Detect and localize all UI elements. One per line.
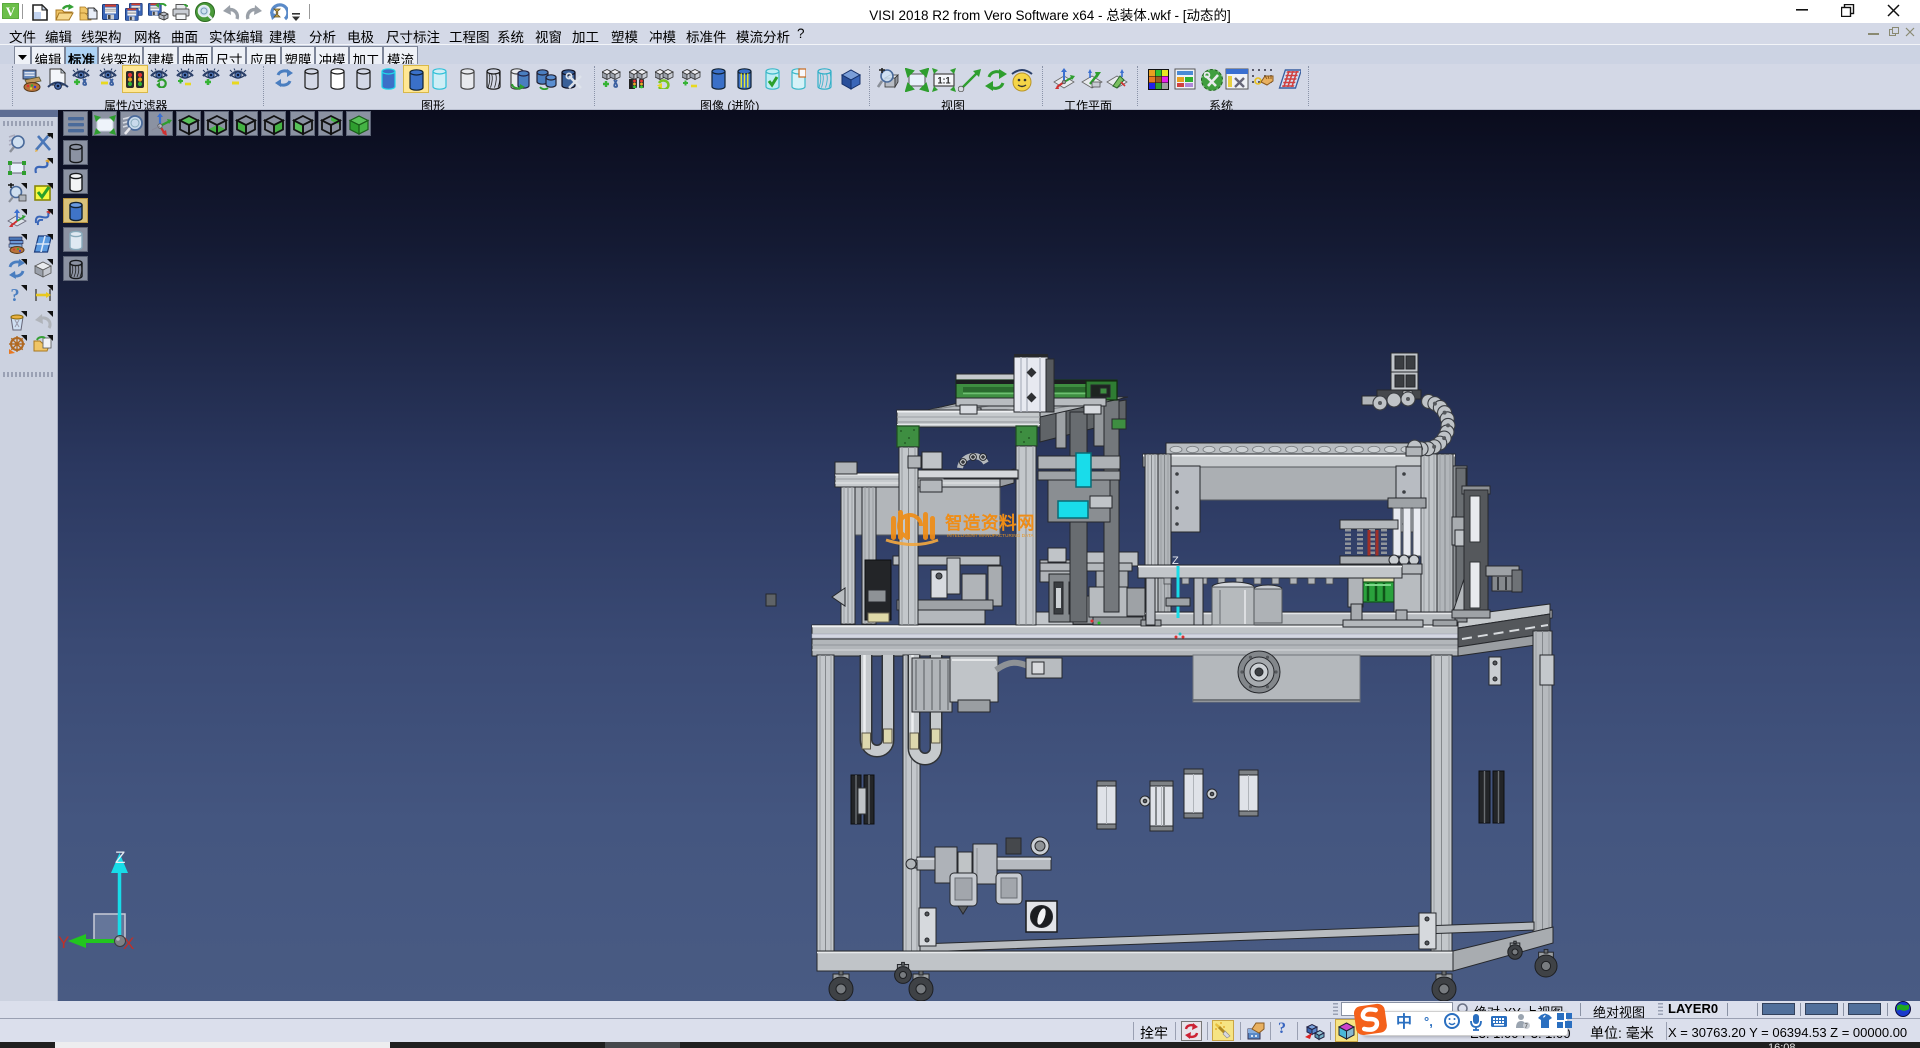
svg-text:Y: Y: [58, 933, 69, 952]
svg-text:?: ?: [11, 285, 20, 305]
svg-text:°,: °,: [1424, 1014, 1433, 1029]
svg-text:中: 中: [1396, 1012, 1412, 1031]
svg-text:1:1: 1:1: [937, 76, 950, 86]
svg-text:智造资料网: 智造资料网: [945, 513, 1035, 533]
svg-text:V: V: [6, 4, 16, 19]
svg-text:Z: Z: [1172, 555, 1179, 567]
svg-text:Z: Z: [115, 848, 125, 867]
svg-text:INTELLIGENT MANUFACTURING DATA: INTELLIGENT MANUFACTURING DATA: [947, 533, 1035, 538]
